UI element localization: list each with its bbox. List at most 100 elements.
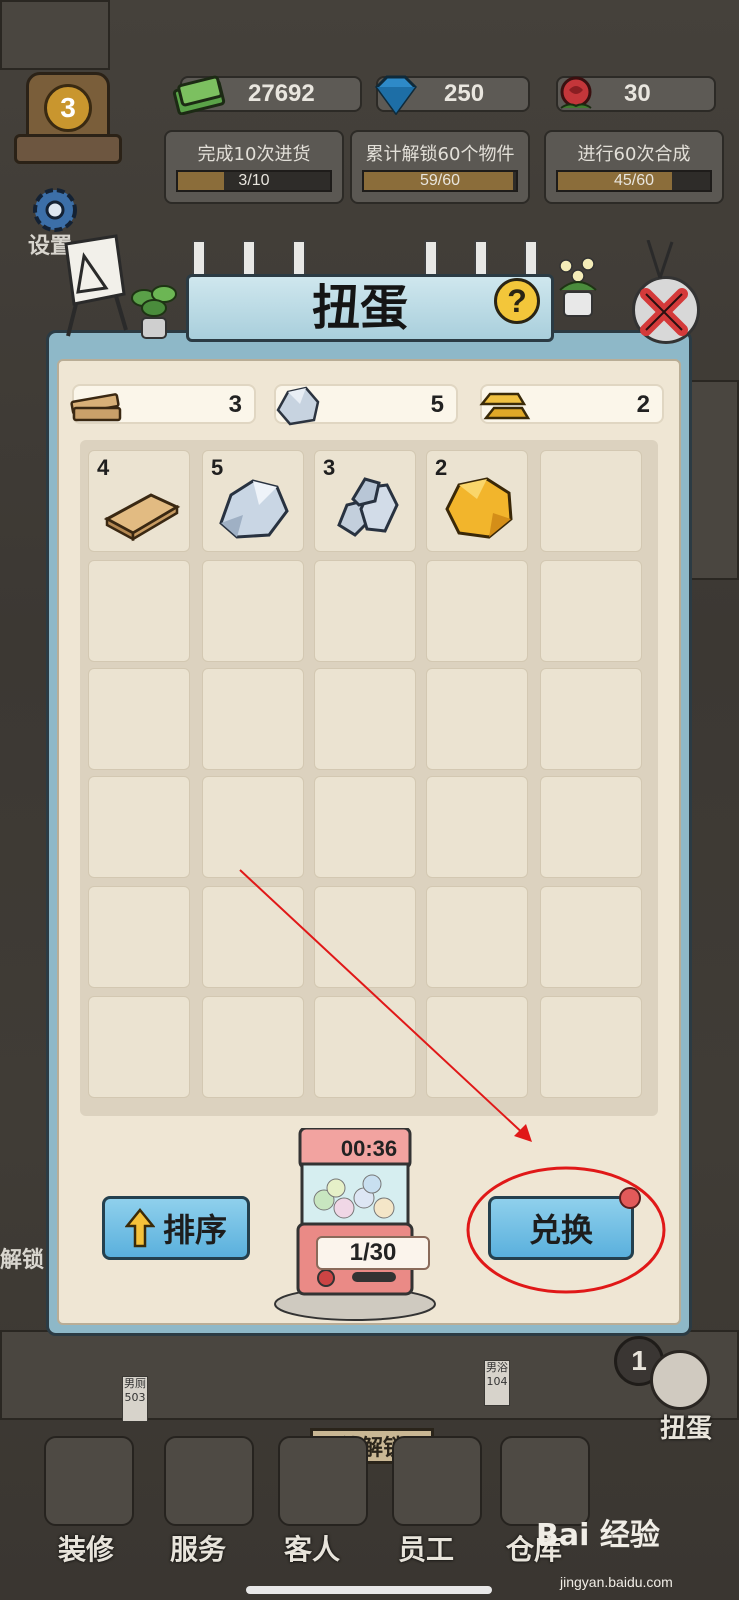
- task-label: 完成10次进货: [197, 144, 311, 165]
- baidu-watermark-url: jingyan.baidu.com: [560, 1574, 673, 1590]
- grid-cell-empty[interactable]: [426, 560, 528, 662]
- grid-cell-empty[interactable]: [314, 668, 416, 770]
- task-label: 进行60次合成: [577, 144, 691, 165]
- grid-cell-empty[interactable]: [540, 776, 642, 878]
- service-icon[interactable]: [164, 1436, 254, 1526]
- grid-cell-empty[interactable]: [202, 668, 304, 770]
- resource-gold-value: 2: [636, 391, 650, 418]
- grid-cell-empty[interactable]: [88, 776, 190, 878]
- home-indicator[interactable]: [246, 1586, 492, 1594]
- nav-guests[interactable]: 客人: [284, 1528, 340, 1568]
- stone-icon: [270, 380, 326, 430]
- gacha-count: 1/30: [316, 1236, 430, 1270]
- room-tag-male-bath: 男浴 104: [484, 1360, 510, 1406]
- grid-cell-empty[interactable]: [88, 996, 190, 1098]
- resource-stone-value: 5: [430, 391, 444, 418]
- guest-icon[interactable]: [278, 1436, 368, 1526]
- exchange-button[interactable]: 兑换: [488, 1187, 641, 1260]
- grid-cell-empty[interactable]: [540, 668, 642, 770]
- background-wall-right: [690, 380, 739, 580]
- stone-icon: [213, 465, 295, 547]
- grid-cell-empty[interactable]: [202, 996, 304, 1098]
- task-unlock-items[interactable]: 累计解锁60个物件 59/60: [350, 130, 530, 204]
- diamond-icon: [368, 74, 424, 116]
- notification-dot: [619, 1187, 641, 1209]
- resource-wood: 3: [70, 384, 256, 424]
- grid-cell-empty[interactable]: [314, 560, 416, 662]
- grid-cell-empty[interactable]: [314, 996, 416, 1098]
- task-merge[interactable]: 进行60次合成 45/60: [544, 130, 724, 204]
- grid-cell-empty[interactable]: [540, 886, 642, 988]
- gacha-side-label[interactable]: 扭蛋: [660, 1408, 712, 1445]
- grid-cell-wood[interactable]: 4: [88, 450, 190, 552]
- baidu-watermark: Bai 经验: [536, 1518, 660, 1553]
- level-basket: [14, 134, 122, 164]
- grid-cell-empty[interactable]: [202, 886, 304, 988]
- nav-service[interactable]: 服务: [170, 1528, 226, 1568]
- rose-value: 30: [624, 80, 651, 107]
- gacha-side-icon[interactable]: [650, 1350, 710, 1410]
- up-arrow-icon: [124, 1208, 155, 1248]
- gold-nugget-icon: [437, 465, 519, 547]
- grid-cell-empty[interactable]: [540, 996, 642, 1098]
- resource-wood-value: 3: [228, 391, 242, 418]
- close-button[interactable]: [632, 276, 700, 344]
- grid-cell-empty[interactable]: [88, 668, 190, 770]
- grid-cell-empty[interactable]: [426, 668, 528, 770]
- nav-decorate[interactable]: 装修: [58, 1528, 114, 1568]
- close-handle: [642, 239, 676, 280]
- grid-cell-empty[interactable]: [426, 996, 528, 1098]
- resource-stone: 5: [274, 384, 458, 426]
- task-progress-text: 3/10: [238, 172, 270, 189]
- potted-plant-icon: [128, 280, 180, 340]
- help-button[interactable]: ?: [494, 278, 540, 324]
- grid-cell-stone[interactable]: 5: [202, 450, 304, 552]
- gem-value: 250: [444, 80, 485, 107]
- close-icon: [640, 288, 688, 336]
- staff-icon[interactable]: [392, 1436, 482, 1526]
- wood-planks-icon: [68, 380, 124, 430]
- grid-cell-empty[interactable]: [88, 560, 190, 662]
- background-wall-left: [0, 0, 110, 70]
- gold-bars-icon: [476, 380, 532, 430]
- grid-cell-empty[interactable]: [314, 776, 416, 878]
- rose-icon: [548, 74, 604, 116]
- grid-cell-empty[interactable]: [88, 886, 190, 988]
- grid-cell-empty[interactable]: [426, 776, 528, 878]
- unlock-label[interactable]: 解锁: [0, 1242, 44, 1274]
- modal-title: 扭蛋: [312, 280, 409, 336]
- grid-cell-stone-pile[interactable]: 3: [314, 450, 416, 552]
- room-tag-male-toilet: 男厕 503: [122, 1376, 148, 1422]
- task-progress-bar: 3/10: [176, 170, 332, 192]
- task-restock[interactable]: 完成10次进货 3/10: [164, 130, 344, 204]
- task-label: 累计解锁60个物件: [365, 144, 515, 165]
- gem-counter[interactable]: 250: [375, 75, 530, 115]
- resource-gold: 2: [479, 384, 664, 424]
- grid-cell-empty[interactable]: [202, 776, 304, 878]
- task-progress-bar: 45/60: [556, 170, 712, 192]
- level-badge[interactable]: 3: [14, 72, 122, 168]
- cash-value: 27692: [248, 80, 315, 107]
- cash-counter[interactable]: 27692: [172, 75, 362, 115]
- caution-sign-icon: [56, 234, 132, 338]
- grid-cell-empty[interactable]: [202, 560, 304, 662]
- sort-button[interactable]: 排序: [102, 1196, 250, 1260]
- cash-icon: [172, 74, 228, 116]
- grid-cell-empty[interactable]: [314, 886, 416, 988]
- gacha-timer: 00:36: [340, 1136, 398, 1161]
- stone-pile-icon: [325, 465, 407, 547]
- grid-cell-empty[interactable]: [426, 886, 528, 988]
- grid-cell-gold[interactable]: 2: [426, 450, 528, 552]
- rose-counter[interactable]: 30: [556, 76, 716, 112]
- sort-button-label: 排序: [162, 1211, 227, 1249]
- grid-cell-empty[interactable]: [540, 560, 642, 662]
- task-progress-bar: 59/60: [362, 170, 518, 192]
- task-progress-text: 59/60: [419, 172, 461, 189]
- flower-pot-icon: [552, 256, 604, 320]
- inventory-grid: 4 5 3 2: [80, 440, 658, 1116]
- nav-staff[interactable]: 员工: [398, 1528, 454, 1568]
- wood-plank-icon: [99, 465, 181, 547]
- grid-cell-empty[interactable]: [540, 450, 642, 552]
- paintbrush-icon[interactable]: [44, 1436, 134, 1526]
- exchange-button-label: 兑换: [528, 1211, 593, 1249]
